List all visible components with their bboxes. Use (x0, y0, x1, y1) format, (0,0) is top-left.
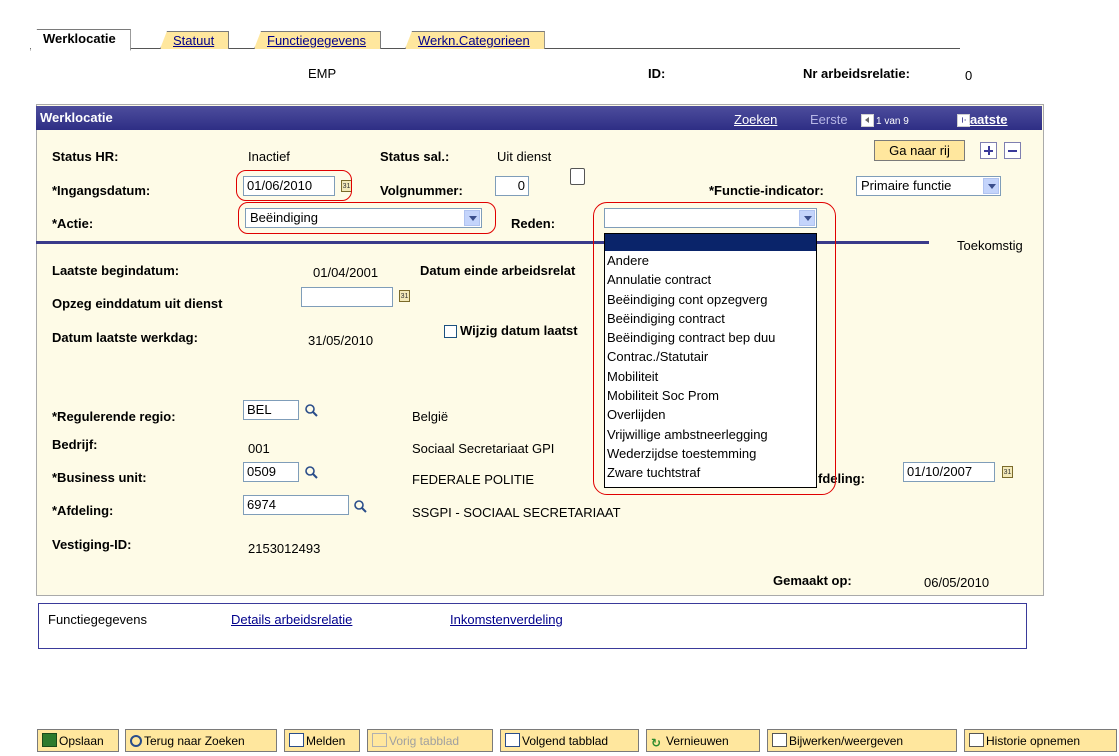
business-unit-field[interactable]: 0509 (243, 462, 299, 482)
arrow-left-icon (372, 733, 387, 747)
lookup-icon[interactable] (304, 465, 318, 479)
refresh-button[interactable]: ↻ Vernieuwen (646, 729, 760, 752)
delete-row-icon[interactable] (1004, 142, 1021, 159)
tab-werkn-categorieen[interactable]: Werkn.Categorieen (405, 31, 545, 49)
datum-laatste-werkdag-label: Datum laatste werkdag: (52, 330, 198, 345)
opzeg-einddatum-field[interactable] (301, 287, 393, 307)
update-view-button[interactable]: Bijwerken/weergeven (767, 729, 957, 752)
bedrijf-label: Bedrijf: (52, 437, 98, 452)
bedrijf-value: 001 (248, 441, 270, 456)
gemaakt-op-value: 06/05/2010 (924, 575, 990, 590)
regio-desc: België (412, 409, 449, 424)
datum-laatste-werkdag-value: 31/05/2010 (308, 333, 374, 348)
highlight-oval (236, 170, 352, 201)
nr-arbeidsrelatie-label: Nr arbeidsrelatie: (803, 66, 910, 81)
regio-field[interactable]: BEL (243, 400, 299, 420)
highlight-oval (238, 202, 496, 234)
add-row-icon[interactable] (980, 142, 997, 159)
afdeling-date-field[interactable]: 01/10/2007 (903, 462, 995, 482)
goto-row-button[interactable]: Ga naar rij (874, 140, 965, 161)
opzeg-einddatum-label: Opzeg einddatum uit dienst (52, 296, 223, 311)
note-icon[interactable] (570, 168, 585, 185)
tab-functiegegevens[interactable]: Functiegegevens (254, 31, 382, 49)
previous-tab-button[interactable]: Vorig tabblad (367, 729, 493, 752)
panel-title: Werklocatie (40, 110, 113, 125)
arrow-right-icon (505, 733, 520, 747)
save-icon (42, 733, 57, 747)
first-link[interactable]: Eerste (810, 112, 848, 127)
refresh-icon: ↻ (651, 736, 662, 750)
afdeling-field[interactable]: 6974 (243, 495, 349, 515)
calendar-icon[interactable]: 31 (1002, 466, 1013, 478)
vestiging-value: 2153012493 (248, 541, 321, 556)
lookup-icon[interactable] (353, 499, 367, 513)
datum-einde-label: Datum einde arbeidsrelat (420, 263, 576, 278)
notify-icon (289, 733, 304, 747)
ingangsdatum-label: *Ingangsdatum: (52, 183, 151, 198)
bedrijf-desc: Sociaal Secretariaat GPI (412, 441, 555, 456)
status-hr-label: Status HR: (52, 149, 119, 164)
functie-indicator-label: *Functie-indicator: (709, 183, 824, 198)
insert-history-button[interactable]: Historie opnemen (964, 729, 1117, 752)
row-range: 1 van 9 (876, 116, 909, 127)
functie-indicator-value: Primaire functie (861, 178, 952, 193)
status-sal-value: Uit dienst (497, 149, 552, 164)
status-hr-value: Inactief (248, 149, 290, 164)
calendar-icon[interactable]: 31 (399, 290, 410, 302)
tab-statuut[interactable]: Statuut (160, 31, 230, 49)
history-icon (969, 733, 984, 747)
volgnummer-label: Volgnummer: (380, 183, 463, 198)
prev-arrow-icon[interactable] (861, 114, 874, 128)
status-sal-label: Status sal.: (380, 149, 450, 164)
next-tab-button[interactable]: Volgend tabblad (500, 729, 639, 752)
id-label: ID: (648, 66, 666, 81)
business-unit-desc: FEDERALE POLITIE (412, 472, 535, 487)
gemaakt-op-label: Gemaakt op: (773, 573, 852, 588)
actie-label: *Actie: (52, 216, 94, 231)
search-icon (130, 735, 142, 747)
vestiging-label: Vestiging-ID: (52, 537, 132, 552)
volgnummer-field[interactable]: 0 (495, 176, 529, 196)
save-button[interactable]: Opslaan (37, 729, 119, 752)
tab-werklocatie[interactable]: Werklocatie (30, 29, 131, 51)
details-arbeidsrelatie-link[interactable]: Details arbeidsrelatie (231, 612, 352, 627)
toekomstig-label: Toekomstig (957, 238, 1023, 253)
highlight-oval (593, 202, 836, 495)
afdeling-label: *Afdeling: (52, 503, 114, 518)
wijzig-datum-checkbox[interactable] (444, 325, 457, 338)
functiegegevens-text: Functiegegevens (48, 612, 148, 627)
back-to-search-button[interactable]: Terug naar Zoeken (125, 729, 277, 752)
emp-label: EMP (308, 66, 337, 81)
chevron-down-icon[interactable] (983, 178, 999, 194)
document-icon (772, 733, 787, 747)
laatste-begindatum-label: Laatste begindatum: (52, 263, 180, 278)
notify-button[interactable]: Melden (284, 729, 360, 752)
regulerende-regio-label: *Regulerende regio: (52, 409, 176, 424)
nr-arbeidsrelatie-value: 0 (965, 68, 973, 83)
reden-label: Reden: (511, 216, 556, 231)
last-link[interactable]: Laatste (962, 112, 1008, 127)
inkomstenverdeling-link[interactable]: Inkomstenverdeling (450, 612, 563, 627)
laatste-begindatum-value: 01/04/2001 (313, 265, 379, 280)
functie-indicator-select[interactable]: Primaire functie (856, 176, 1001, 196)
afdeling-desc: SSGPI - SOCIAAL SECRETARIAAT (412, 505, 621, 520)
business-unit-label: *Business unit: (52, 470, 147, 485)
lookup-icon[interactable] (304, 403, 318, 417)
wijzig-datum-label: Wijzig datum laatst (460, 323, 578, 338)
search-link[interactable]: Zoeken (734, 112, 777, 127)
